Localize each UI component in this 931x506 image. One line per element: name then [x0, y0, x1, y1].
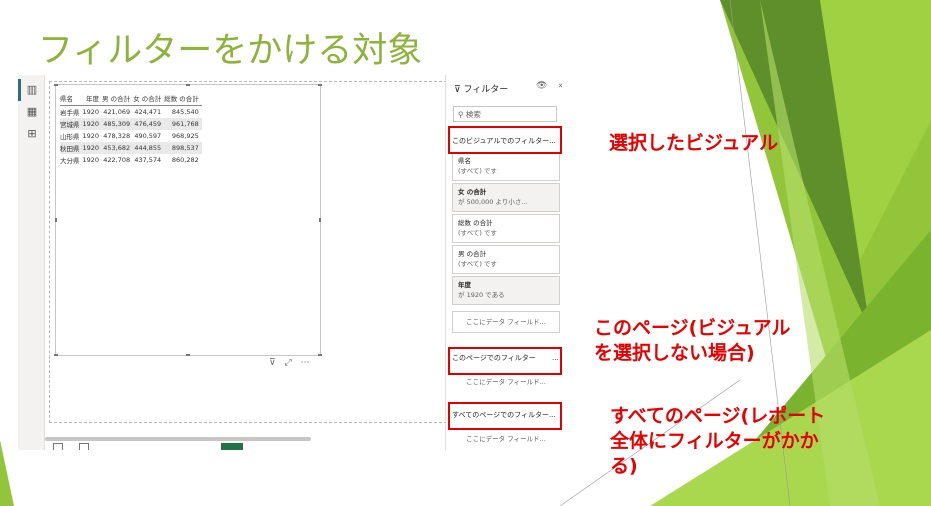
active-view-indicator — [18, 79, 21, 101]
annotation-line: る) — [610, 455, 638, 477]
table-cell: 968,925 — [171, 132, 199, 140]
all-pages-add-field-well[interactable]: ここにデータ フィールド... — [452, 433, 560, 445]
filter-field-name: 県名 — [458, 157, 471, 165]
filter-state: (すべて) です — [458, 167, 497, 175]
annotation-all-pages: すべてのページ(レポート 全体にフィルターがかか る) — [610, 404, 825, 479]
data-table: 県名 年度 男 の合計 女 の合計 総数 の合計 岩手県 1920 421,06… — [60, 93, 202, 166]
visual-add-field-well[interactable]: ここにデータ フィールド... — [452, 311, 560, 333]
page-tabs-bar — [45, 443, 443, 450]
table-cell: 1920 — [82, 108, 100, 116]
table-row: 岩手県 1920 421,069 424,471 845,540 — [60, 106, 202, 119]
filter-card-female-total[interactable]: 女 の合計 が 500,000 より小さ... — [452, 183, 560, 212]
filter-card-male-total[interactable]: 男 の合計 (すべて) です — [452, 245, 560, 274]
filter-field-name: 男 の合計 — [458, 250, 487, 258]
view-switcher: ▥ ▦ ⊞ — [18, 75, 45, 450]
filter-state: が 1920 である — [458, 291, 505, 299]
table-cell: 898,537 — [164, 142, 202, 154]
page-add-field-well[interactable]: ここにデータ フィールド... — [452, 376, 560, 388]
table-cell: 437,574 — [134, 156, 162, 164]
annotation-this-page: このページ(ビジュアル を選択しない場合) — [594, 316, 790, 366]
table-cell: 岩手県 — [60, 109, 80, 117]
table-row: 大分県 1920 422,708 437,574 860,282 — [60, 154, 202, 166]
annotation-line: 全体にフィルターがかか — [610, 430, 819, 452]
slide-title: フィルターをかける対象 — [38, 31, 423, 71]
table-cell: 453,682 — [102, 142, 134, 154]
filter-card-total[interactable]: 総数 の合計 (すべて) です — [452, 214, 560, 243]
filter-field-name: 総数 の合計 — [458, 219, 493, 227]
search-icon: ⚲ — [458, 110, 464, 119]
annotation-line: すべてのページ(レポート — [610, 405, 826, 427]
table-cell: 961,768 — [164, 118, 202, 130]
table-cell: 485,309 — [102, 118, 134, 130]
filter-state: が 500,000 より小さ... — [458, 198, 528, 206]
table-visual[interactable]: 県名 年度 男 の合計 女 の合計 総数 の合計 岩手県 1920 421,06… — [54, 84, 322, 356]
table-cell: 山形県 — [60, 133, 80, 141]
table-row: 秋田県 1920 453,682 444,855 898,537 — [60, 142, 202, 154]
model-view-icon[interactable]: ⊞ — [26, 128, 38, 140]
filter-field-name: 年度 — [458, 281, 471, 289]
column-header[interactable]: 男 の合計 — [102, 93, 134, 106]
annotation-selected-visual: 選択したビジュアル — [609, 132, 779, 154]
table-cell: 宮城県 — [60, 118, 83, 130]
filter-card-prefecture[interactable]: 県名 (すべて) です — [452, 152, 560, 181]
highlight-visual-filters — [448, 126, 562, 154]
table-cell: 845,540 — [171, 108, 199, 116]
table-cell: 大分県 — [60, 157, 80, 165]
column-header[interactable]: 女 の合計 — [133, 93, 165, 106]
filter-field-name: 女 の合計 — [458, 188, 487, 196]
table-cell: 1920 — [82, 132, 100, 140]
highlight-page-filters — [448, 347, 562, 375]
table-cell: 476,459 — [133, 118, 165, 130]
report-view-icon[interactable]: ▥ — [26, 84, 38, 96]
table-cell: 秋田県 — [60, 142, 83, 154]
filter-icon: ⊽ — [454, 85, 461, 95]
page-tab[interactable] — [79, 443, 89, 450]
highlight-all-pages-filters — [448, 402, 562, 430]
table-cell: 478,328 — [103, 132, 131, 140]
filter-state: (すべて) です — [458, 260, 497, 268]
report-canvas: 県名 年度 男 の合計 女 の合計 総数 の合計 岩手県 1920 421,06… — [45, 75, 447, 425]
table-cell: 860,282 — [171, 156, 199, 164]
page-tab[interactable] — [53, 443, 63, 450]
filter-pane-title: ⊽ フィルター — [454, 82, 508, 95]
filter-pane-title-text: フィルター — [463, 85, 509, 95]
table-cell: 490,597 — [134, 132, 162, 140]
add-page-button[interactable] — [221, 443, 243, 450]
table-row: 宮城県 1920 485,309 476,459 961,768 — [60, 118, 202, 130]
search-placeholder: 検索 — [465, 110, 481, 119]
annotation-line: を選択しない場合) — [594, 342, 755, 364]
visual-header-icons[interactable]: ⊽ ⤢ ⋯ — [269, 358, 313, 368]
table-cell: 422,708 — [103, 156, 131, 164]
horizontal-scrollbar[interactable] — [45, 437, 311, 441]
filter-search-input[interactable]: ⚲ 検索 — [453, 106, 557, 122]
table-header-row: 県名 年度 男 の合計 女 の合計 総数 の合計 — [60, 93, 202, 106]
table-cell: 421,069 — [103, 108, 131, 116]
table-cell: 1920 — [82, 156, 100, 164]
pane-controls[interactable]: 👁 » — [536, 81, 562, 91]
table-cell: 424,471 — [134, 108, 162, 116]
table-row: 山形県 1920 478,328 490,597 968,925 — [60, 130, 202, 142]
filter-card-year[interactable]: 年度 が 1920 である — [452, 276, 560, 305]
data-view-icon[interactable]: ▦ — [26, 106, 38, 118]
column-header[interactable]: 年度 — [82, 93, 103, 106]
table-cell: 444,855 — [133, 142, 165, 154]
annotation-line: このページ(ビジュアル — [594, 317, 791, 339]
table-cell: 1920 — [82, 142, 103, 154]
column-header[interactable]: 総数 の合計 — [164, 93, 202, 106]
filter-state: (すべて) です — [458, 229, 497, 237]
column-header[interactable]: 県名 — [60, 93, 83, 106]
table-cell: 1920 — [82, 118, 103, 130]
